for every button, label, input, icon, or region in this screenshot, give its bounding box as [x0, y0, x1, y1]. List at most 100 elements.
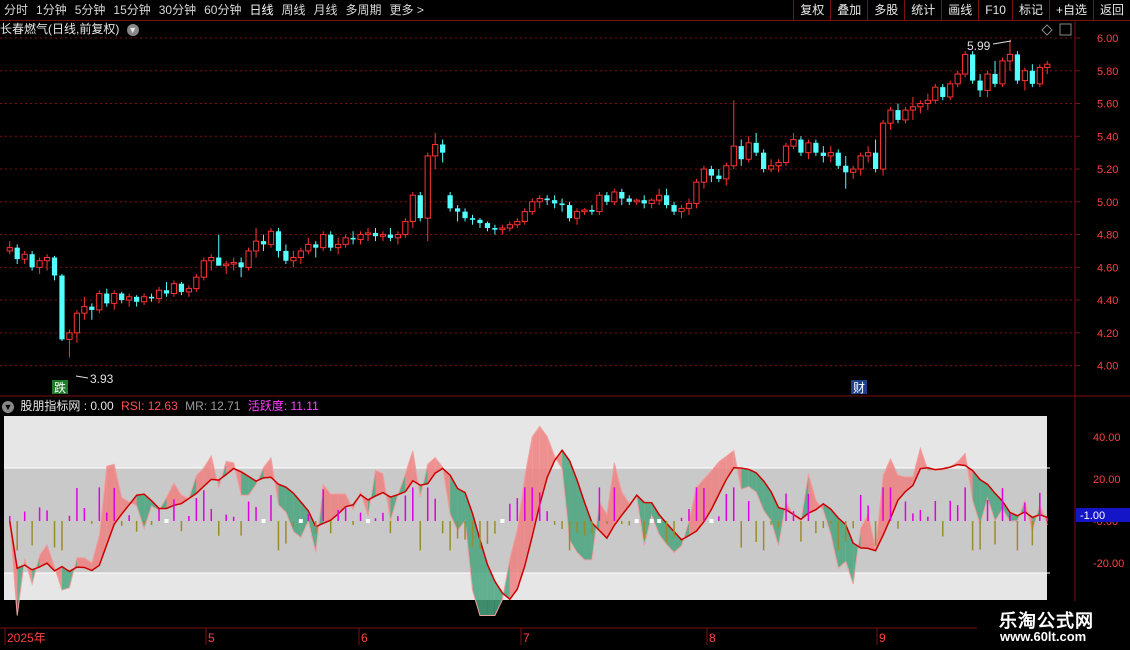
candle-body — [761, 152, 767, 170]
candle-body — [917, 103, 924, 108]
layout-icon[interactable] — [1059, 23, 1072, 36]
candle-body — [208, 256, 215, 262]
candle-body — [14, 247, 20, 260]
candle-body — [626, 198, 632, 202]
zero-marker — [709, 519, 714, 523]
badge-down[interactable]: 跌 — [54, 380, 66, 395]
candle-body — [559, 203, 565, 206]
candle-body — [447, 195, 453, 209]
candle-body — [96, 293, 103, 311]
candle-body — [573, 211, 581, 219]
candle-body — [1036, 66, 1043, 85]
candle-body — [1006, 53, 1014, 62]
candle-body — [940, 87, 946, 97]
candle-body — [267, 230, 275, 245]
candle-body — [857, 155, 864, 170]
max-price-arrow — [992, 40, 1012, 45]
candle-body — [111, 293, 118, 304]
candle-body — [170, 283, 178, 295]
candle-body — [89, 306, 95, 310]
candle-body — [275, 231, 282, 251]
candle-body — [992, 74, 998, 84]
candle-body — [313, 244, 319, 248]
candle-body — [835, 152, 841, 166]
candle-body — [119, 293, 125, 301]
candle-body — [126, 296, 133, 301]
zero-marker — [366, 519, 371, 523]
rsi-fill-segment — [76, 557, 85, 568]
candle-body — [999, 60, 1006, 85]
candle-body — [245, 250, 252, 268]
candle-body — [43, 256, 51, 262]
min-price-arrow — [75, 375, 89, 379]
candle-body — [59, 275, 65, 340]
candle-body — [21, 253, 28, 260]
candle-body — [716, 175, 722, 179]
candle-body — [1029, 70, 1035, 84]
candle-body — [730, 145, 737, 167]
candle-body — [297, 250, 304, 258]
candle-body — [521, 211, 528, 222]
indicator-tick-label: 40.00 — [1093, 432, 1121, 444]
candle-body — [775, 161, 782, 167]
candle-body — [790, 139, 797, 147]
candle-body — [477, 219, 483, 224]
candle-body — [767, 165, 775, 170]
indicator-tick-label: -20.00 — [1093, 558, 1124, 570]
rsi-fill-segment — [838, 518, 846, 569]
candle-body — [305, 243, 312, 252]
candle-body — [223, 263, 230, 267]
candle-body — [492, 228, 498, 230]
price-tick-label: 6.00 — [1097, 33, 1118, 45]
candle-body — [977, 80, 983, 91]
candle-body — [753, 142, 759, 153]
time-axis-label: 7 — [523, 631, 530, 645]
candle-body — [544, 198, 550, 201]
candle-body — [604, 195, 610, 202]
candle-body — [970, 54, 976, 81]
zero-marker — [649, 519, 654, 523]
candle-body — [342, 237, 349, 245]
candle-body — [409, 194, 416, 222]
zero-marker — [500, 519, 505, 523]
candle-body — [909, 106, 917, 111]
candle-body — [350, 237, 356, 240]
candle-body — [678, 207, 685, 213]
price-tick-label: 5.00 — [1097, 197, 1118, 209]
min-price-label: 3.93 — [90, 372, 114, 386]
candle-body — [1021, 70, 1028, 82]
candle-body — [685, 202, 693, 209]
candle-body — [552, 200, 558, 204]
candle-body — [73, 312, 81, 334]
time-axis-label: 6 — [361, 631, 368, 645]
candle-body — [663, 195, 670, 206]
chart-canvas: 6.00 5.80 5.60 5.40 5.20 5.00 4.80 4.60 4.40 4.20… — [0, 20, 1130, 650]
diamond-icon[interactable] — [1041, 24, 1053, 36]
time-axis-label: 9 — [879, 631, 886, 645]
zero-marker — [164, 519, 169, 523]
candle-body — [782, 145, 790, 163]
candle-body — [506, 224, 513, 229]
candle-body — [320, 234, 327, 249]
candle-body — [895, 110, 901, 120]
candle-body — [902, 109, 909, 121]
candle-body — [484, 223, 491, 229]
candle-body — [104, 293, 110, 304]
candle-body — [6, 247, 13, 252]
candle-body — [529, 201, 536, 213]
badge-finance[interactable]: 财 — [853, 381, 865, 395]
candle-body — [865, 152, 872, 157]
candle-body — [745, 142, 752, 160]
candle-body — [581, 209, 588, 213]
time-axis-label: 8 — [709, 631, 716, 645]
candle-body — [66, 332, 73, 340]
candle-body — [843, 165, 849, 173]
price-tick-label: 5.20 — [1097, 164, 1118, 176]
candle-body — [402, 220, 409, 236]
candle-body — [440, 144, 446, 153]
price-tick-label: 4.00 — [1097, 361, 1118, 373]
candle-body — [238, 262, 244, 268]
candle-body — [216, 257, 222, 266]
candle-body — [81, 306, 88, 314]
candle-body — [469, 218, 476, 220]
